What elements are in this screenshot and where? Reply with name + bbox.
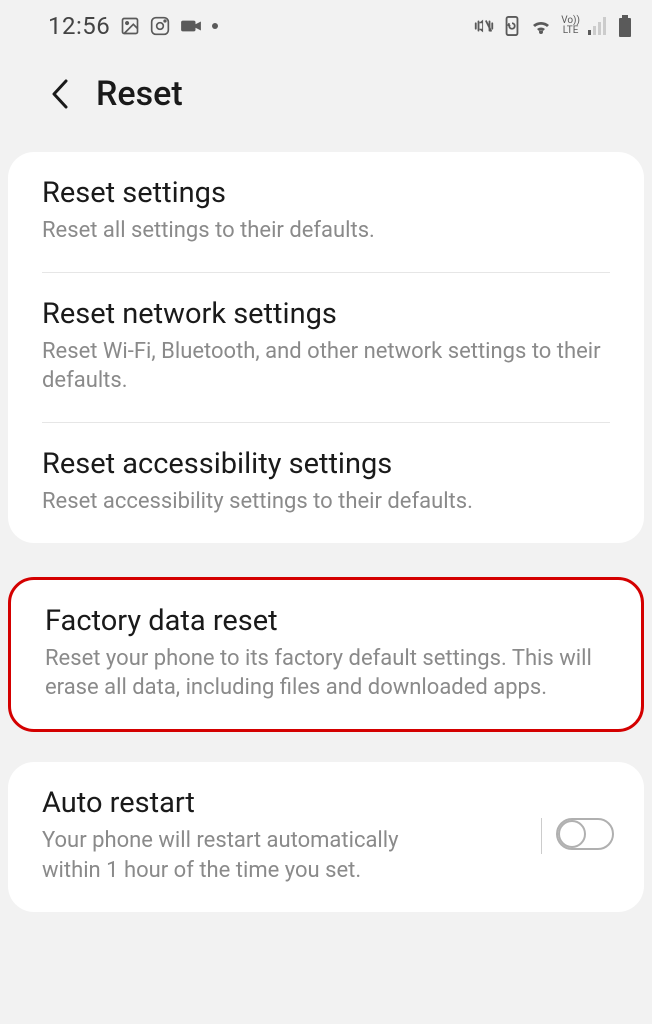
image-icon bbox=[120, 16, 140, 36]
signal-icon bbox=[588, 17, 610, 35]
auto-restart-toggle[interactable] bbox=[556, 818, 614, 854]
item-title: Reset accessibility settings bbox=[42, 447, 610, 481]
item-desc: Reset accessibility settings to their de… bbox=[42, 487, 610, 517]
item-desc: Reset Wi-Fi, Bluetooth, and other networ… bbox=[42, 337, 610, 396]
status-left: 12:56 bbox=[48, 12, 218, 40]
item-title: Factory data reset bbox=[45, 604, 607, 638]
wifi-icon bbox=[529, 16, 553, 36]
reset-options-card: Reset settings Reset all settings to the… bbox=[8, 152, 644, 543]
reset-settings-item[interactable]: Reset settings Reset all settings to the… bbox=[8, 152, 644, 272]
factory-data-reset-item[interactable]: Factory data reset Reset your phone to i… bbox=[11, 580, 641, 729]
instagram-icon bbox=[150, 16, 170, 36]
camera-icon bbox=[180, 17, 202, 35]
reset-accessibility-settings-item[interactable]: Reset accessibility settings Reset acces… bbox=[8, 423, 644, 543]
divider bbox=[541, 818, 542, 854]
reset-network-settings-item[interactable]: Reset network settings Reset Wi-Fi, Blue… bbox=[8, 273, 644, 422]
vibrate-icon bbox=[473, 15, 495, 37]
page-title: Reset bbox=[96, 74, 183, 114]
page-header: Reset bbox=[0, 48, 652, 152]
refresh-icon bbox=[503, 16, 521, 36]
item-title: Reset settings bbox=[42, 176, 610, 210]
volte-icon: Vo))LTE bbox=[561, 16, 580, 36]
dot-icon bbox=[212, 23, 218, 29]
status-time: 12:56 bbox=[48, 12, 110, 40]
factory-data-reset-card: Factory data reset Reset your phone to i… bbox=[8, 577, 644, 732]
status-bar: 12:56 Vo))LTE bbox=[0, 0, 652, 48]
auto-restart-card: Auto restart Your phone will restart aut… bbox=[8, 762, 644, 911]
item-title: Reset network settings bbox=[42, 297, 610, 331]
back-icon[interactable] bbox=[48, 77, 72, 111]
battery-icon bbox=[618, 15, 632, 37]
item-desc: Reset all settings to their defaults. bbox=[42, 216, 610, 246]
status-right: Vo))LTE bbox=[473, 15, 632, 37]
item-title: Auto restart bbox=[42, 786, 521, 820]
auto-restart-item[interactable]: Auto restart Your phone will restart aut… bbox=[8, 762, 644, 911]
item-desc: Reset your phone to its factory default … bbox=[45, 644, 607, 703]
item-desc: Your phone will restart automatically wi… bbox=[42, 826, 442, 885]
